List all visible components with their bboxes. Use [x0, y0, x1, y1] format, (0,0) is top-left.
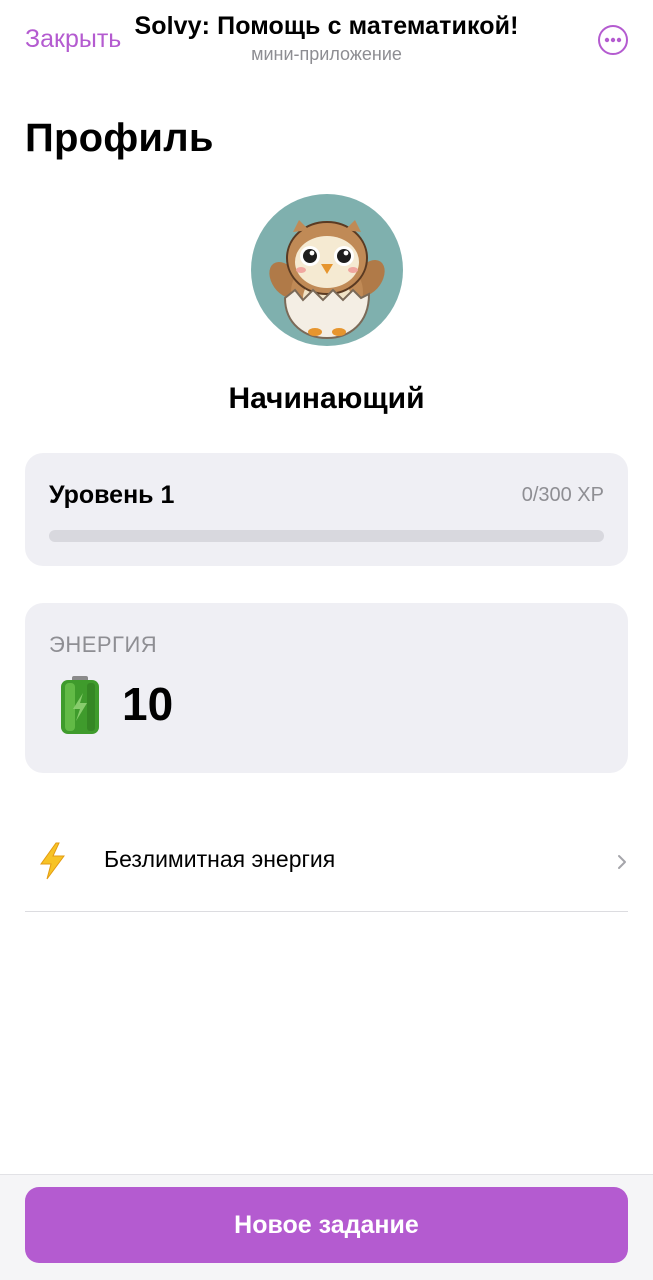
page-title: Профиль	[25, 116, 214, 160]
xp-progress-bar	[49, 530, 604, 542]
xp-counter: 0/300 XP	[521, 484, 604, 506]
lightning-icon	[40, 842, 65, 880]
bottom-bar: Новое задание	[0, 1175, 653, 1280]
energy-card: ЭНЕРГИЯ 10	[25, 603, 628, 773]
new-task-button[interactable]: Новое задание	[25, 1187, 628, 1263]
unlimited-energy-row[interactable]: Безлимитная энергия	[25, 812, 628, 912]
app-title: Solvy: Помощь с математикой!	[134, 12, 519, 40]
rank-title: Начинающий	[228, 382, 425, 415]
owl-hatchling-avatar	[269, 220, 385, 340]
battery-icon	[61, 676, 99, 734]
chevron-right-icon	[618, 855, 626, 869]
app-subtitle: мини-приложение	[251, 44, 402, 64]
avatar	[251, 194, 403, 346]
energy-value: 10	[122, 678, 174, 730]
more-button[interactable]	[598, 25, 628, 55]
unlimited-energy-label: Безлимитная энергия	[104, 846, 336, 872]
mini-app-header: Закрыть Solvy: Помощь с математикой! мин…	[0, 0, 653, 80]
energy-label: ЭНЕРГИЯ	[49, 632, 158, 657]
level-title: Уровень 1	[49, 481, 175, 509]
profile-screen: Закрыть Solvy: Помощь с математикой! мин…	[0, 0, 653, 1280]
more-horizontal-icon	[604, 37, 622, 43]
level-card: Уровень 1 0/300 XP	[25, 453, 628, 566]
